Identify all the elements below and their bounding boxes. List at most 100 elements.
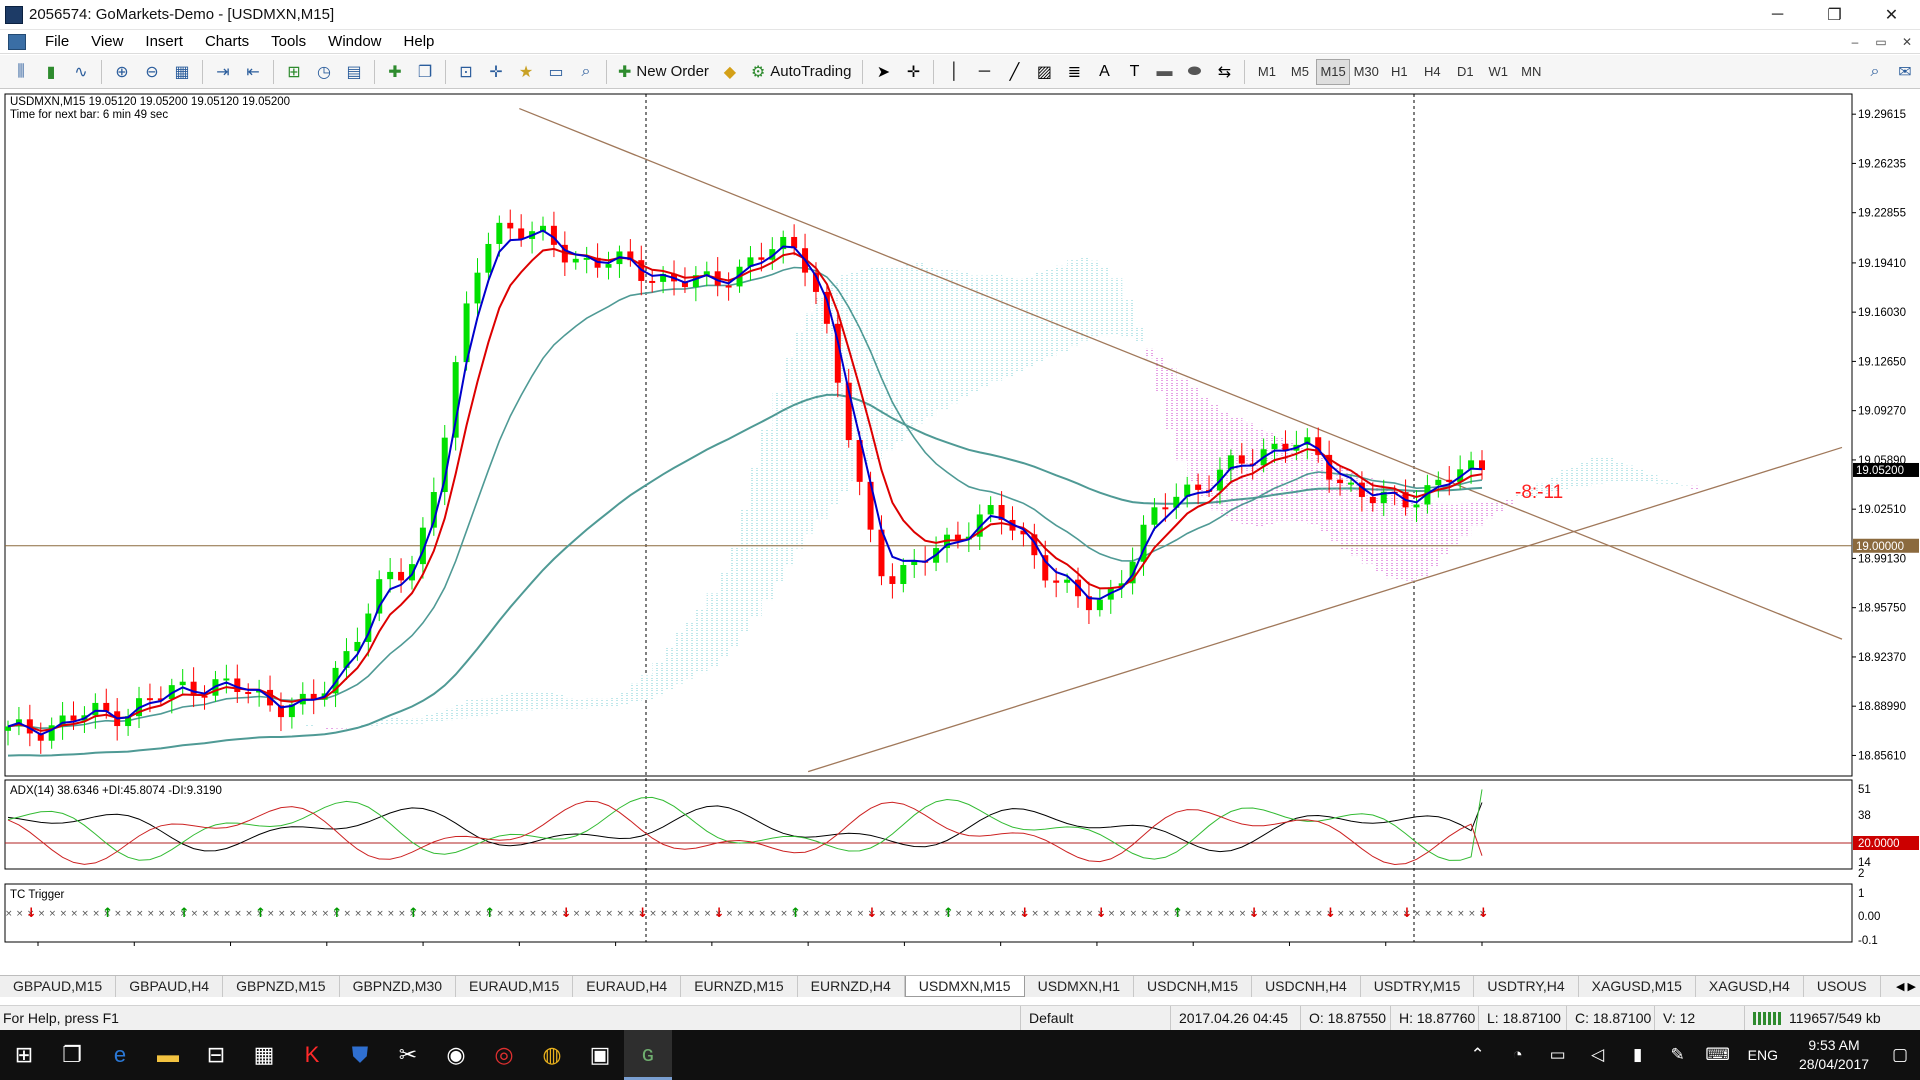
- input-language[interactable]: ENG: [1738, 1047, 1788, 1063]
- volume-icon[interactable]: ◁: [1578, 1045, 1618, 1065]
- timeframe-h4[interactable]: H4: [1416, 59, 1449, 85]
- auto-scroll-icon[interactable]: ⇥: [208, 58, 238, 86]
- timeframe-m1[interactable]: M1: [1250, 59, 1283, 85]
- gomarkets-terminal-icon[interactable]: ɢ: [624, 1030, 672, 1080]
- menu-file[interactable]: File: [34, 30, 80, 54]
- chart-tab[interactable]: GBPAUD,M15: [0, 976, 117, 997]
- menu-view[interactable]: View: [80, 30, 134, 54]
- chart-tab[interactable]: USDTRY,H4: [1474, 976, 1579, 997]
- restore-button[interactable]: ❐: [1806, 0, 1863, 30]
- tile-windows-icon[interactable]: ▦: [167, 58, 197, 86]
- calculator-icon[interactable]: ▦: [240, 1030, 288, 1080]
- menu-window[interactable]: Window: [317, 30, 392, 54]
- edge-browser-icon[interactable]: e: [96, 1030, 144, 1080]
- timeframe-m30[interactable]: M30: [1350, 59, 1383, 85]
- chart-tab[interactable]: GBPNZD,M15: [223, 976, 340, 997]
- data-window-icon[interactable]: ✛: [481, 58, 511, 86]
- store-icon[interactable]: ⊟: [192, 1030, 240, 1080]
- metaeditor-icon[interactable]: ◆: [715, 58, 745, 86]
- keyboard-icon[interactable]: ⌨: [1698, 1045, 1738, 1065]
- cursor-icon[interactable]: ➤: [868, 58, 898, 86]
- chart-restore-button[interactable]: ▭: [1868, 35, 1894, 49]
- templates-icon[interactable]: ▤: [339, 58, 369, 86]
- chart-tab[interactable]: GBPNZD,M30: [340, 976, 457, 997]
- trendline-icon[interactable]: ╱: [999, 58, 1029, 86]
- chart-tab[interactable]: USOUS: [1804, 976, 1881, 997]
- control-panel-icon[interactable]: ▣: [576, 1030, 624, 1080]
- chart-shift-icon[interactable]: ⇤: [238, 58, 268, 86]
- indicators-icon[interactable]: ⊞: [279, 58, 309, 86]
- timeframe-h1[interactable]: H1: [1383, 59, 1416, 85]
- line-chart-icon[interactable]: ∿: [66, 58, 96, 86]
- chart-tab[interactable]: USDMXN,H1: [1025, 976, 1135, 997]
- start-windows-icon[interactable]: ⊞: [0, 1030, 48, 1080]
- chart-tab-active[interactable]: USDMXN,M15: [904, 976, 1025, 997]
- navigator-icon[interactable]: ★: [511, 58, 541, 86]
- timeframe-m5[interactable]: M5: [1283, 59, 1316, 85]
- fibonacci-icon[interactable]: ≣: [1059, 58, 1089, 86]
- strategy-tester-icon[interactable]: ⌕: [571, 58, 601, 86]
- status-connection[interactable]: 119657/549 kb: [1744, 1005, 1920, 1031]
- new-order-button[interactable]: ✚ New Order: [612, 58, 715, 86]
- chart-tab[interactable]: EURNZD,H4: [798, 976, 905, 997]
- menu-tools[interactable]: Tools: [260, 30, 317, 54]
- file-explorer-icon[interactable]: ▬: [144, 1030, 192, 1080]
- chart-tab[interactable]: EURNZD,M15: [681, 976, 798, 997]
- security-shield-icon[interactable]: ⛊: [336, 1030, 384, 1080]
- search-icon[interactable]: ⌕: [1860, 58, 1890, 86]
- chat-icon[interactable]: ✉: [1890, 58, 1920, 86]
- menu-insert[interactable]: Insert: [134, 30, 194, 54]
- chart-tab[interactable]: USDCNH,M15: [1134, 976, 1253, 997]
- crosshair-icon[interactable]: ✛: [898, 58, 928, 86]
- system-clock[interactable]: 9:53 AM 28/04/2017: [1788, 1036, 1880, 1074]
- equidistant-channel-icon[interactable]: ▨: [1029, 58, 1059, 86]
- kaspersky-icon[interactable]: K: [288, 1030, 336, 1080]
- market-watch-icon[interactable]: ⊡: [451, 58, 481, 86]
- tab-scroll-right-icon[interactable]: ▶: [1908, 980, 1916, 993]
- chart-tab[interactable]: EURAUD,H4: [573, 976, 682, 997]
- task-view-icon[interactable]: ❐: [48, 1030, 96, 1080]
- battery-icon[interactable]: ▮: [1618, 1045, 1658, 1065]
- chrome-icon[interactable]: ◍: [528, 1030, 576, 1080]
- chart-minimize-button[interactable]: –: [1842, 35, 1868, 49]
- periods-icon[interactable]: ◷: [309, 58, 339, 86]
- chart-tab[interactable]: GBPAUD,H4: [116, 976, 224, 997]
- chart-tab[interactable]: XAGUSD,M15: [1579, 976, 1696, 997]
- network-icon[interactable]: ▭: [1538, 1045, 1578, 1065]
- chart-close-button[interactable]: ✕: [1894, 35, 1920, 49]
- zoom-out-icon[interactable]: ⊖: [137, 58, 167, 86]
- snipping-tool-icon[interactable]: ✂: [384, 1030, 432, 1080]
- autotrading-button[interactable]: ⚙ AutoTrading: [745, 58, 858, 86]
- vertical-line-icon[interactable]: │: [939, 58, 969, 86]
- menu-charts[interactable]: Charts: [194, 30, 260, 54]
- ellipse-icon[interactable]: ⬬: [1179, 58, 1209, 86]
- close-button[interactable]: ✕: [1863, 0, 1920, 30]
- zoom-in-icon[interactable]: ⊕: [107, 58, 137, 86]
- horizontal-line-icon[interactable]: ─: [969, 58, 999, 86]
- timeframe-w1[interactable]: W1: [1482, 59, 1515, 85]
- chart-tab[interactable]: EURAUD,M15: [456, 976, 574, 997]
- wifi-icon[interactable]: ◔: [1498, 1045, 1538, 1065]
- new-chart-icon[interactable]: ✚: [380, 58, 410, 86]
- tab-scroll-left-icon[interactable]: ◀: [1896, 980, 1904, 993]
- chart-document-icon[interactable]: [8, 33, 26, 50]
- candlestick-icon[interactable]: ▮: [36, 58, 66, 86]
- timeframe-m15[interactable]: M15: [1316, 58, 1350, 85]
- usdmxn-chart[interactable]: -8:-11 USDMXN,M15 19.05120 19.05200 19.0…: [0, 90, 1920, 952]
- text-label-icon[interactable]: T: [1119, 58, 1149, 86]
- minimize-button[interactable]: ─: [1749, 0, 1806, 30]
- camera-icon[interactable]: ◉: [432, 1030, 480, 1080]
- profiles-icon[interactable]: ❐: [410, 58, 440, 86]
- rectangle-icon[interactable]: ▬: [1149, 58, 1179, 86]
- text-tool-icon[interactable]: A: [1089, 58, 1119, 86]
- notifications-icon[interactable]: ▢: [1880, 1045, 1920, 1065]
- chart-window[interactable]: -8:-11 USDMXN,M15 19.05120 19.05200 19.0…: [0, 90, 1920, 952]
- status-profile[interactable]: Default: [1020, 1005, 1170, 1031]
- show-hidden-icons-icon[interactable]: ⌃: [1458, 1045, 1498, 1065]
- chart-tab[interactable]: USDCNH,H4: [1252, 976, 1361, 997]
- pen-icon[interactable]: ✎: [1658, 1045, 1698, 1065]
- timeframe-d1[interactable]: D1: [1449, 59, 1482, 85]
- timeframe-mn[interactable]: MN: [1515, 59, 1548, 85]
- bar-chart-icon[interactable]: ⫼: [6, 58, 36, 86]
- trading-app-icon[interactable]: ◎: [480, 1030, 528, 1080]
